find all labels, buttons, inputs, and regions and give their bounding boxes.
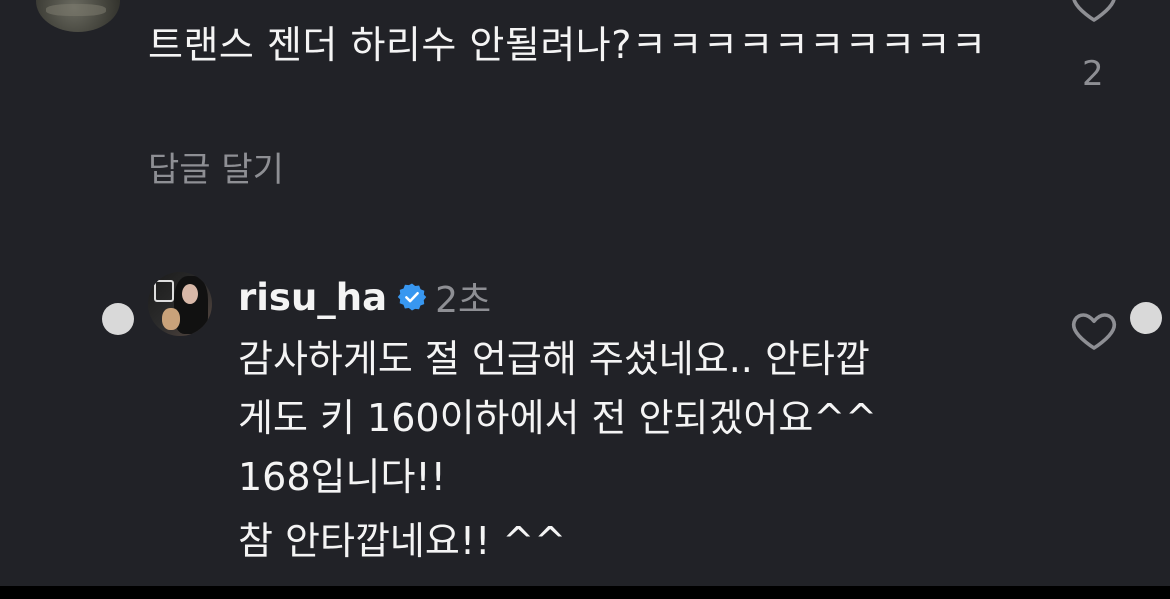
timestamp: 2초 — [435, 280, 492, 321]
reply-line: 168입니다!! — [238, 455, 446, 499]
reply-line: 게도 키 160이하에서 전 안되겠어요^^ — [238, 396, 878, 440]
logo-mark — [154, 280, 174, 302]
heart-icon[interactable] — [1070, 0, 1118, 26]
heart-icon[interactable] — [1070, 306, 1118, 354]
reply-line: 감사하게도 절 언급해 주셨네요.. 안타깝 — [238, 337, 870, 381]
verified-badge-icon — [397, 283, 427, 311]
reply-button[interactable]: 답글 달기 — [148, 142, 284, 191]
comment-text: 트랜스 젠더 하리수 안될려나?ㅋㅋㅋㅋㅋㅋㅋㅋㅋㅋ — [148, 23, 987, 67]
avatar[interactable] — [148, 272, 212, 336]
reply-header: risu_ha 2초 — [238, 272, 491, 322]
right-dot-indicator — [1130, 302, 1162, 334]
commenter-avatar[interactable] — [36, 0, 120, 32]
left-dot-indicator — [102, 303, 134, 335]
username[interactable]: risu_ha — [238, 276, 387, 319]
like-count: 2 — [1082, 54, 1104, 94]
reply-line: 참 안타깝네요!! ^^ — [238, 519, 567, 563]
reply-text: 감사하게도 절 언급해 주셨네요.. 안타깝 게도 키 160이하에서 전 안되… — [238, 330, 1028, 571]
bottom-edge — [0, 586, 1170, 599]
comment-thread: 트랜스 젠더 하리수 안될려나?ㅋㅋㅋㅋㅋㅋㅋㅋㅋㅋ 답글 달기 2 risu_… — [0, 0, 1170, 586]
